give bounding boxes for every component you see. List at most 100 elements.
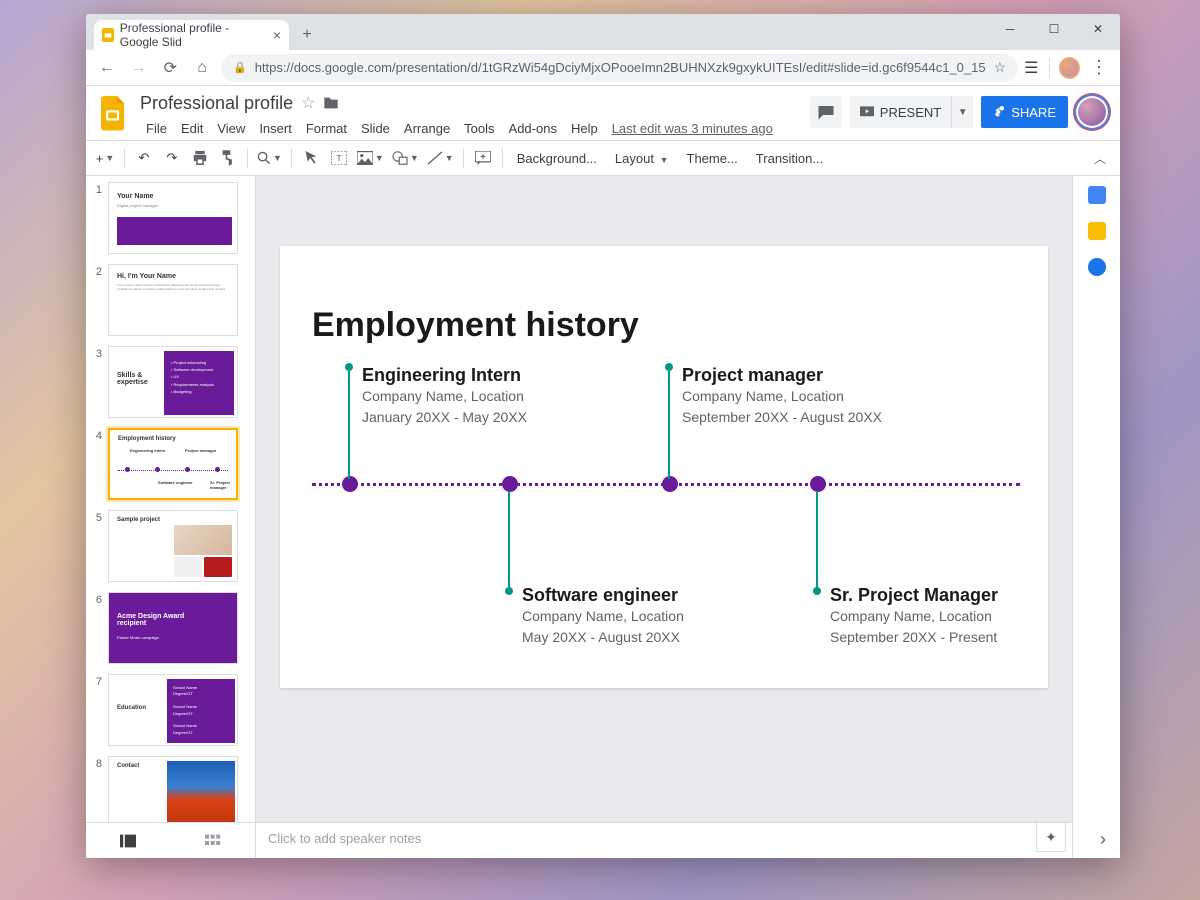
address-bar-row: ← → ⟳ ⌂ 🔒 https://docs.google.com/presen… xyxy=(86,50,1120,86)
theme-button[interactable]: Theme... xyxy=(679,151,746,166)
timeline-entry[interactable]: Project manager Company Name, Location S… xyxy=(682,365,882,428)
google-slides-logo[interactable] xyxy=(96,96,132,132)
chrome-profile-avatar[interactable] xyxy=(1059,57,1080,79)
slide-thumb-2[interactable]: Hi, I'm Your Name Lorem ipsum dolor sit … xyxy=(108,264,238,336)
browser-titlebar: Professional profile - Google Slid × + ─… xyxy=(86,14,1120,50)
menu-view[interactable]: View xyxy=(211,119,251,138)
main-area: 1 Your Name Digital project manager 2 Hi… xyxy=(86,176,1120,858)
image-tool[interactable]: ▼ xyxy=(354,145,387,171)
slide-thumb-5[interactable]: Sample project xyxy=(108,510,238,582)
timeline-node xyxy=(810,476,826,492)
side-panel-rail xyxy=(1072,176,1120,858)
slide-title[interactable]: Employment history xyxy=(312,306,1020,345)
zoom-button[interactable]: ▼ xyxy=(254,145,285,171)
tab-title: Professional profile - Google Slid xyxy=(120,21,267,49)
transition-button[interactable]: Transition... xyxy=(748,151,831,166)
canvas-area: Employment history Engineering Intern Co… xyxy=(256,176,1072,858)
comment-tool[interactable] xyxy=(470,145,496,171)
url-text: https://docs.google.com/presentation/d/1… xyxy=(255,60,986,75)
comments-button[interactable] xyxy=(810,96,842,128)
menu-help[interactable]: Help xyxy=(565,119,604,138)
maximize-button[interactable]: ☐ xyxy=(1032,14,1076,44)
share-button[interactable]: SHARE xyxy=(981,96,1068,128)
home-button[interactable]: ⌂ xyxy=(189,54,215,82)
close-tab-icon[interactable]: × xyxy=(273,27,281,43)
timeline-stem xyxy=(668,367,670,479)
move-folder-icon[interactable] xyxy=(323,96,339,110)
calendar-icon[interactable] xyxy=(1088,186,1106,204)
slides-favicon xyxy=(102,28,114,42)
forward-button[interactable]: → xyxy=(126,54,152,82)
grid-view-icon[interactable] xyxy=(205,834,221,848)
select-tool[interactable] xyxy=(298,145,324,171)
menu-tools[interactable]: Tools xyxy=(458,119,500,138)
menu-insert[interactable]: Insert xyxy=(253,119,298,138)
paint-format-button[interactable] xyxy=(215,145,241,171)
keep-icon[interactable] xyxy=(1088,222,1106,240)
star-document-icon[interactable]: ☆ xyxy=(301,93,315,113)
browser-tab[interactable]: Professional profile - Google Slid × xyxy=(94,20,289,50)
menu-bar: File Edit View Insert Format Slide Arran… xyxy=(140,116,804,140)
canvas-wrap[interactable]: Employment history Engineering Intern Co… xyxy=(256,176,1072,822)
filmstrip-view-icon[interactable] xyxy=(120,834,136,848)
slide-thumb-4[interactable]: Employment history Engineering intern Pr… xyxy=(108,428,238,500)
document-title[interactable]: Professional profile xyxy=(140,93,293,114)
show-side-panel-icon[interactable]: › xyxy=(1100,829,1106,850)
timeline-entry[interactable]: Engineering Intern Company Name, Locatio… xyxy=(362,365,527,428)
address-bar[interactable]: 🔒 https://docs.google.com/presentation/d… xyxy=(221,54,1018,82)
menu-addons[interactable]: Add-ons xyxy=(503,119,563,138)
timeline: Engineering Intern Company Name, Locatio… xyxy=(312,375,1020,655)
collapse-toolbar-icon[interactable]: ︿ xyxy=(1086,150,1114,167)
menu-arrange[interactable]: Arrange xyxy=(398,119,456,138)
timeline-entry[interactable]: Sr. Project Manager Company Name, Locati… xyxy=(830,585,998,648)
timeline-node xyxy=(502,476,518,492)
title-block: Professional profile ☆ File Edit View In… xyxy=(140,92,804,140)
menu-slide[interactable]: Slide xyxy=(355,119,396,138)
explore-button[interactable]: ✦ xyxy=(1036,822,1066,852)
redo-button[interactable]: ↷ xyxy=(159,145,185,171)
header-right: PRESENT ▼ SHARE xyxy=(810,96,1112,128)
print-button[interactable] xyxy=(187,145,213,171)
present-label: PRESENT xyxy=(880,105,941,120)
slide-thumb-8[interactable]: Contact xyxy=(108,756,238,828)
filmstrip[interactable]: 1 Your Name Digital project manager 2 Hi… xyxy=(86,176,256,858)
tasks-icon[interactable] xyxy=(1088,258,1106,276)
present-dropdown[interactable]: ▼ xyxy=(951,96,973,128)
reload-button[interactable]: ⟳ xyxy=(158,54,184,82)
menu-format[interactable]: Format xyxy=(300,119,353,138)
menu-file[interactable]: File xyxy=(140,119,173,138)
app-header: Professional profile ☆ File Edit View In… xyxy=(86,86,1120,140)
slide-thumb-6[interactable]: Acme Design Award recipient Parker Music… xyxy=(108,592,238,664)
speaker-notes[interactable]: Click to add speaker notes xyxy=(256,822,1072,858)
timeline-stem xyxy=(348,367,350,479)
lock-icon: 🔒 xyxy=(233,61,247,74)
shape-tool[interactable]: ▼ xyxy=(389,145,422,171)
undo-button[interactable]: ↶ xyxy=(131,145,157,171)
timeline-entry[interactable]: Software engineer Company Name, Location… xyxy=(522,585,684,648)
layout-button[interactable]: Layout ▼ xyxy=(607,151,677,166)
bookmark-star-icon[interactable]: ☆ xyxy=(994,59,1007,76)
current-slide[interactable]: Employment history Engineering Intern Co… xyxy=(280,246,1048,688)
new-slide-button[interactable]: +▼ xyxy=(92,145,118,171)
close-window-button[interactable]: ✕ xyxy=(1076,14,1120,44)
background-button[interactable]: Background... xyxy=(509,151,605,166)
toolbar: +▼ ↶ ↷ ▼ T ▼ ▼ ▼ Background... Layout ▼ … xyxy=(86,140,1120,176)
line-tool[interactable]: ▼ xyxy=(424,145,457,171)
present-button[interactable]: PRESENT xyxy=(850,96,951,128)
slide-thumb-3[interactable]: Skills & expertise • Project scheduling•… xyxy=(108,346,238,418)
menu-edit[interactable]: Edit xyxy=(175,119,209,138)
slide-thumb-7[interactable]: Education School NameDegree/GTSchool Nam… xyxy=(108,674,238,746)
new-tab-button[interactable]: + xyxy=(295,23,319,47)
view-switcher xyxy=(86,822,256,858)
minimize-button[interactable]: ─ xyxy=(988,14,1032,44)
google-account-avatar[interactable] xyxy=(1076,96,1108,128)
slide-thumb-1[interactable]: Your Name Digital project manager xyxy=(108,182,238,254)
timeline-node xyxy=(342,476,358,492)
window-controls: ─ ☐ ✕ xyxy=(988,14,1120,44)
chrome-menu-icon[interactable]: ⋮ xyxy=(1086,57,1112,78)
timeline-stem xyxy=(816,491,818,591)
extensions-icon[interactable]: ☰ xyxy=(1024,58,1038,78)
back-button[interactable]: ← xyxy=(94,54,120,82)
text-box-tool[interactable]: T xyxy=(326,145,352,171)
last-edit-link[interactable]: Last edit was 3 minutes ago xyxy=(612,121,773,136)
